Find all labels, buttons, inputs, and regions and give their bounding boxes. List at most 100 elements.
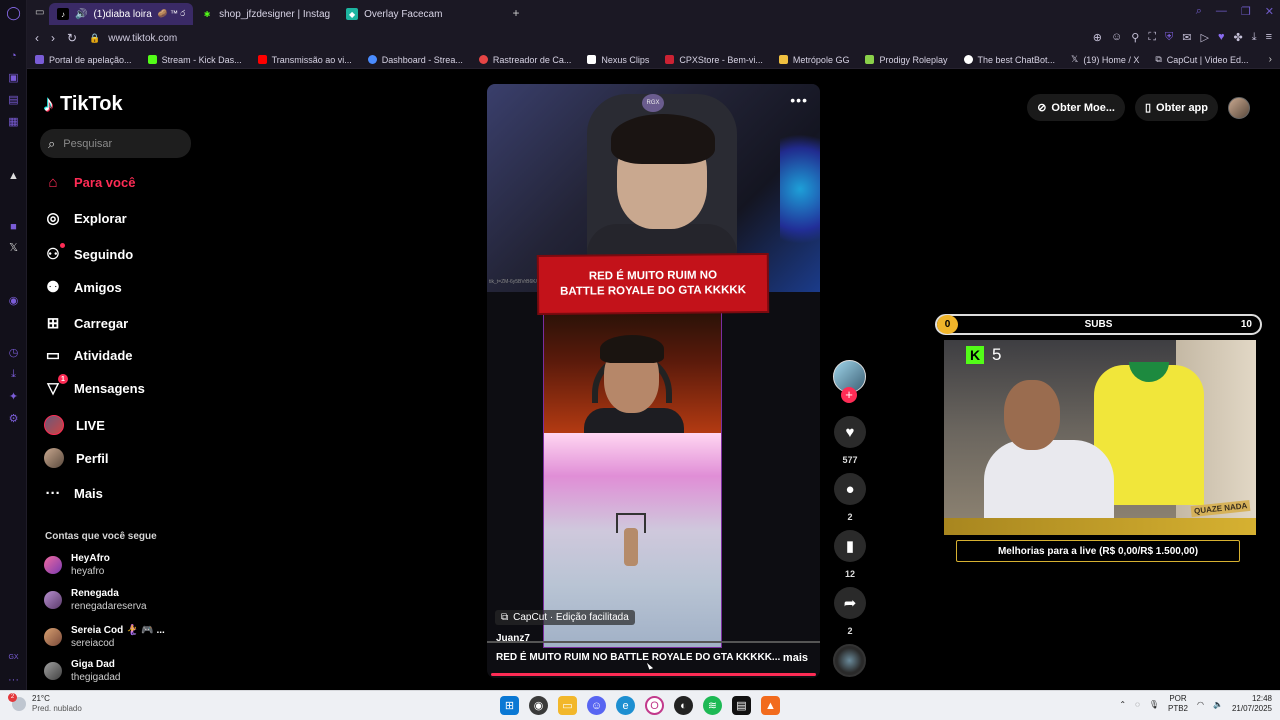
bookmark-item[interactable]: CPXStore - Bem-vi... <box>665 55 763 65</box>
bookmark-item[interactable]: The best ChatBot... <box>963 55 1055 65</box>
obs-icon[interactable]: ◉ <box>529 696 548 715</box>
volume-icon[interactable]: 🔈 <box>1213 700 1223 709</box>
forward-icon[interactable]: › <box>51 31 55 45</box>
follow-plus-icon[interactable]: + <box>841 387 857 403</box>
pin-icon[interactable]: ⚲ <box>1131 31 1139 44</box>
wallet-icon[interactable]: ▤ <box>6 92 21 107</box>
gx-icon[interactable]: GX <box>6 650 21 665</box>
comment-icon[interactable]: ● <box>834 473 866 505</box>
tab-instagram[interactable]: ✱ shop_jfzdesigner | Instag <box>193 3 338 25</box>
bookmark-item[interactable]: Prodigy Roleplay <box>865 55 948 65</box>
opera-gx-icon[interactable]: O <box>645 696 664 715</box>
seek-track[interactable] <box>487 641 820 643</box>
downloads-icon[interactable]: ⤓ <box>1252 31 1257 44</box>
speaker-icon[interactable]: 🔊 <box>75 9 87 20</box>
emoji-icon[interactable]: ☺ <box>1111 31 1122 44</box>
url-field[interactable]: www.tiktok.com <box>108 33 177 44</box>
edge-icon[interactable]: e <box>616 696 635 715</box>
bookmark-item[interactable]: Rastreador de Ca... <box>478 55 571 65</box>
bookmark-item[interactable]: Portal de apelação... <box>35 55 132 65</box>
bookmark-item[interactable]: Transmissão ao vi... <box>257 55 352 65</box>
windows-start-icon[interactable]: ⊞ <box>500 696 519 715</box>
like-icon[interactable]: ♥ <box>834 416 866 448</box>
video-progress-bar[interactable] <box>491 673 816 676</box>
following-account[interactable]: Sereia Cod 🧜‍♀️ 🎮 ... sereiacod <box>44 624 165 650</box>
opera-logo-icon[interactable]: ◯ <box>6 5 21 20</box>
zoom-icon[interactable]: ⊕ <box>1093 31 1102 44</box>
nav-mais[interactable]: ··· Mais <box>44 484 103 502</box>
nav-atividade[interactable]: ▭ Atividade <box>44 346 133 364</box>
video-options-icon[interactable]: ••• <box>790 92 808 108</box>
menu-icon[interactable]: ≡ <box>1266 31 1272 44</box>
bookmark-item[interactable]: Dashboard - Strea... <box>367 55 463 65</box>
player-icon[interactable]: ◉ <box>6 293 21 308</box>
following-account[interactable]: Renegada renegadareserva <box>44 587 147 613</box>
file-explorer-icon[interactable]: ▭ <box>558 696 577 715</box>
back-icon[interactable]: ‹ <box>35 31 39 45</box>
flow-icon[interactable]: ✉ <box>1182 31 1191 44</box>
shield-icon[interactable]: ⛨ <box>1165 31 1173 44</box>
sidebar-more-icon[interactable]: ··· <box>6 672 21 687</box>
nav-para-voce[interactable]: ⌂ Para você <box>44 173 135 191</box>
maximize-icon[interactable]: ❐ <box>1241 5 1251 18</box>
following-account[interactable]: HeyAfro heyafro <box>44 552 110 578</box>
nav-seguindo[interactable]: ⚇ Seguindo <box>44 243 133 263</box>
settings-icon[interactable]: ⚙ <box>6 411 21 426</box>
following-account[interactable]: Giga Dad thegigadad <box>44 658 121 684</box>
nav-mensagens[interactable]: ▽ 1 Mensagens <box>44 374 145 397</box>
bookmark-item[interactable]: Stream - Kick Das... <box>147 55 242 65</box>
bookmarks-overflow-icon[interactable]: › <box>1269 54 1272 65</box>
minimize-icon[interactable]: — <box>1216 5 1227 18</box>
caption-more-link[interactable]: mais <box>783 652 808 664</box>
extensions-puzzle-icon[interactable]: ✤ <box>1233 31 1242 44</box>
reload-icon[interactable]: ↻ <box>67 31 77 45</box>
network-icon[interactable]: ◌ <box>1135 700 1140 709</box>
download-icon[interactable]: ⤓ <box>6 367 21 382</box>
search-box[interactable]: ⌕ <box>40 129 191 158</box>
user-avatar[interactable] <box>1228 96 1250 119</box>
bookmark-item[interactable]: 𝕏 (19) Home / X <box>1071 54 1139 65</box>
clock[interactable]: 12:48 21/07/2025 <box>1232 694 1272 714</box>
tiktok-logo[interactable]: ♪ TikTok <box>43 91 123 117</box>
vpn-icon[interactable]: ▲ <box>6 168 21 183</box>
discord-icon[interactable]: ☺ <box>587 696 606 715</box>
bookmark-item[interactable]: Metrópole GG <box>778 55 849 65</box>
nav-perfil[interactable]: Perfil <box>44 448 109 468</box>
twitch-icon[interactable]: ■ <box>6 219 21 234</box>
tab-tiktok[interactable]: ♪ 🔊 (1)diaba loira 🥔 ™ ර <box>49 3 194 25</box>
nav-explorar[interactable]: ◎ Explorar <box>44 209 126 227</box>
music-disc-icon[interactable] <box>833 644 866 677</box>
video-player[interactable]: RGX ••• tik_t=ZM-6y5BVrB6K/ ✓ RED É MUIT… <box>487 84 820 678</box>
tab-overlay[interactable]: ◆ Overlay Facecam <box>338 3 506 25</box>
close-window-icon[interactable]: ✕ <box>1265 5 1274 18</box>
x-icon[interactable]: 𝕏 <box>6 240 21 255</box>
play-icon[interactable]: ▷ <box>1200 31 1208 44</box>
bookmark-item[interactable]: ⧉ CapCut | Video Ed... <box>1155 54 1248 65</box>
snapshot-icon[interactable]: ⛶ <box>1148 31 1156 44</box>
capcut-app-icon[interactable]: ◐ <box>674 696 693 715</box>
wifi-icon[interactable]: ◠ <box>1197 700 1204 709</box>
app-icon[interactable]: ▲ <box>761 696 780 715</box>
aria-icon[interactable]: ◔ <box>6 48 21 63</box>
weather-widget[interactable]: 2 21°C Pred. nublado <box>8 693 82 714</box>
nav-carregar[interactable]: ⊞ Carregar <box>44 314 129 332</box>
twitch-panel-icon[interactable]: ▦ <box>6 114 21 129</box>
nav-amigos[interactable]: ⚉ Amigos <box>44 278 121 296</box>
video-author[interactable]: Juanz7 <box>496 633 530 644</box>
get-coins-button[interactable]: ⊘ Obter Moe... <box>1027 94 1125 121</box>
extensions-icon[interactable]: ✦ <box>6 389 21 404</box>
get-app-button[interactable]: ▯ Obter app <box>1134 94 1218 121</box>
capcut-tag[interactable]: ⧉ CapCut · Edição facilitada <box>495 610 635 625</box>
search-tabs-icon[interactable]: ⌕ <box>1196 5 1202 18</box>
spotify-icon[interactable]: ≋ <box>703 696 722 715</box>
bookmark-item[interactable]: Nexus Clips <box>587 55 649 65</box>
heart-icon[interactable]: ♥ <box>1218 31 1225 44</box>
workspace-icon[interactable]: ▭ <box>35 7 49 18</box>
nav-live[interactable]: LIVE <box>44 415 105 435</box>
bookmark-icon[interactable]: ▮ <box>834 530 866 562</box>
search-input[interactable] <box>63 137 174 150</box>
tray-chevron-icon[interactable]: ⌃ <box>1119 700 1126 709</box>
microphone-icon[interactable]: 🎙 <box>1149 700 1159 709</box>
terminal-icon[interactable]: ▤ <box>732 696 751 715</box>
share-icon[interactable]: ➦ <box>834 587 866 619</box>
